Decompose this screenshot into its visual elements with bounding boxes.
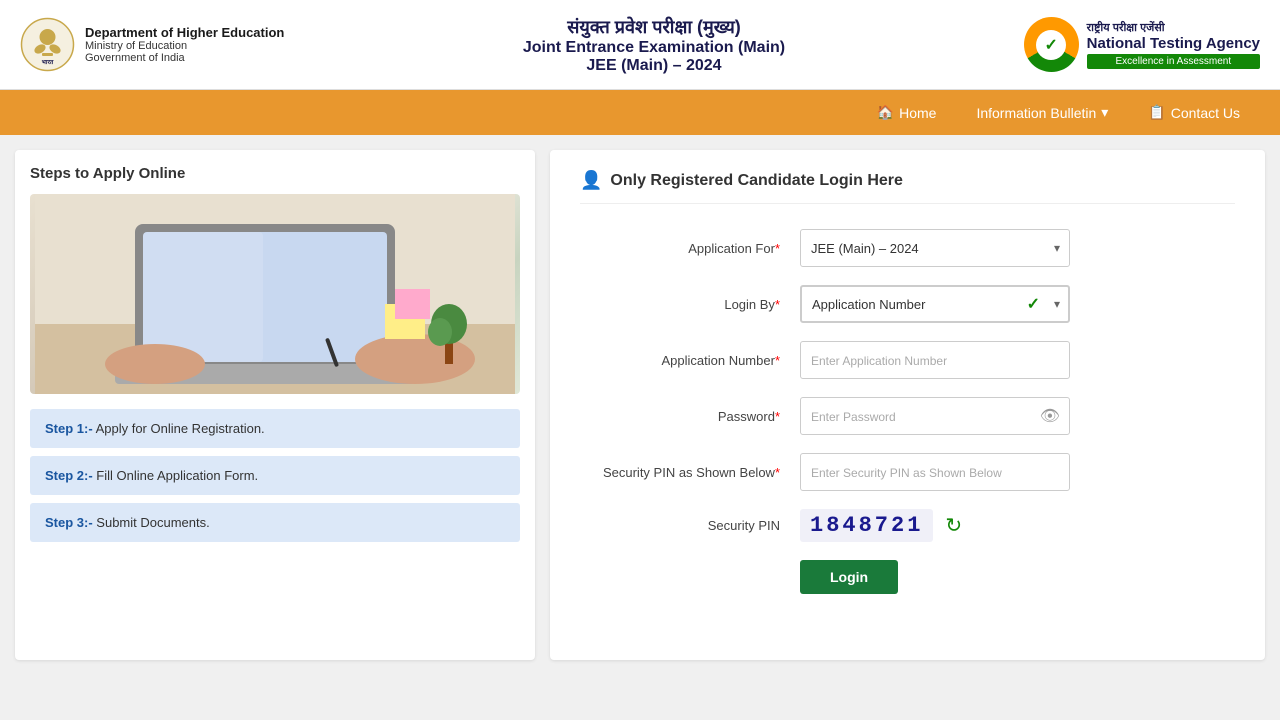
- application-number-row: Application Number*: [580, 341, 1235, 379]
- dept-info: Department of Higher Education Ministry …: [85, 25, 284, 64]
- login-section-header: 👤 Only Registered Candidate Login Here: [580, 170, 1235, 204]
- login-by-row: Login By* Application Number ✓ ▾: [580, 285, 1235, 323]
- step-1-label: Step 1:-: [45, 421, 93, 436]
- step-1: Step 1:- Apply for Online Registration.: [30, 409, 520, 448]
- security-pin-display: 1848721 ↻: [800, 509, 962, 542]
- nta-logo: ✓ राष्ट्रीय परीक्षा एजेंसी National Test…: [1024, 17, 1260, 72]
- login-by-label: Login By*: [580, 297, 800, 312]
- nav-home[interactable]: 🏠 Home: [857, 90, 957, 135]
- password-input[interactable]: [800, 397, 1070, 435]
- title-english: Joint Entrance Examination (Main): [284, 39, 1023, 57]
- application-for-select[interactable]: JEE (Main) – 2024: [800, 229, 1070, 267]
- dept-sub2: Government of India: [85, 52, 284, 64]
- dept-sub1: Ministry of Education: [85, 40, 284, 52]
- login-by-select-wrapper: Application Number ✓ ▾: [800, 285, 1070, 323]
- svg-text:भारत: भारत: [42, 60, 54, 66]
- left-panel-title: Steps to Apply Online: [30, 165, 520, 182]
- nav-contact-label: Contact Us: [1171, 105, 1240, 121]
- navbar: 🏠 Home Information Bulletin ▾ 📋 Contact …: [0, 90, 1280, 135]
- home-icon: 🏠: [877, 104, 894, 121]
- title-hindi: संयुक्त प्रवेश परीक्षा (मुख्य): [284, 15, 1023, 39]
- india-emblem-icon: भारत: [20, 17, 75, 72]
- right-panel: 👤 Only Registered Candidate Login Here A…: [550, 150, 1265, 660]
- password-row: Password* 👁: [580, 397, 1235, 435]
- login-by-check-icon: ✓: [1027, 294, 1040, 314]
- nta-text: राष्ट्रीय परीक्षा एजेंसी National Testin…: [1087, 20, 1260, 69]
- security-pin-input[interactable]: [800, 453, 1070, 491]
- nta-tagline: Excellence in Assessment: [1087, 54, 1260, 69]
- security-pin-display-row: Security PIN 1848721 ↻: [580, 509, 1235, 542]
- title-year: JEE (Main) – 2024: [284, 57, 1023, 75]
- main-content: Steps to Apply Online: [0, 135, 1280, 675]
- nta-circle-logo: ✓: [1024, 17, 1079, 72]
- security-pin-input-label: Security PIN as Shown Below*: [580, 465, 800, 480]
- nav-contact-us[interactable]: 📋 Contact Us: [1128, 90, 1260, 135]
- step-3-label: Step 3:-: [45, 515, 93, 530]
- laptop-image: [30, 194, 520, 394]
- step-2: Step 2:- Fill Online Application Form.: [30, 456, 520, 495]
- contact-icon: 📋: [1148, 104, 1165, 121]
- dropdown-icon: ▾: [1101, 104, 1108, 121]
- login-button[interactable]: Login: [800, 560, 898, 594]
- password-wrapper: 👁: [800, 397, 1070, 435]
- captcha-value: 1848721: [800, 509, 933, 542]
- site-header: भारत Department of Higher Education Mini…: [0, 0, 1280, 90]
- nta-english-name: National Testing Agency: [1087, 35, 1260, 52]
- eye-icon[interactable]: 👁: [1040, 406, 1060, 426]
- nav-info-bulletin[interactable]: Information Bulletin ▾: [956, 90, 1128, 135]
- nav-home-label: Home: [899, 105, 936, 121]
- step-2-text: Fill Online Application Form.: [96, 468, 258, 483]
- user-icon: 👤: [580, 170, 602, 191]
- password-label: Password*: [580, 409, 800, 424]
- security-pin-display-label: Security PIN: [580, 518, 800, 533]
- header-title: संयुक्त प्रवेश परीक्षा (मुख्य) Joint Ent…: [284, 15, 1023, 75]
- application-for-row: Application For* JEE (Main) – 2024 ▾: [580, 229, 1235, 267]
- dept-name: Department of Higher Education: [85, 25, 284, 40]
- application-number-input[interactable]: [800, 341, 1070, 379]
- security-pin-input-row: Security PIN as Shown Below*: [580, 453, 1235, 491]
- left-panel: Steps to Apply Online: [15, 150, 535, 660]
- login-button-row: Login: [580, 560, 1235, 594]
- refresh-captcha-button[interactable]: ↻: [945, 513, 962, 538]
- application-for-select-wrapper: JEE (Main) – 2024 ▾: [800, 229, 1070, 267]
- login-header-text: Only Registered Candidate Login Here: [610, 172, 903, 190]
- step-3-text: Submit Documents.: [96, 515, 209, 530]
- step-3: Step 3:- Submit Documents.: [30, 503, 520, 542]
- step-1-text: Apply for Online Registration.: [96, 421, 265, 436]
- application-for-label: Application For*: [580, 241, 800, 256]
- step-2-label: Step 2:-: [45, 468, 93, 483]
- nav-info-label: Information Bulletin: [976, 105, 1096, 121]
- nta-hindi: राष्ट्रीय परीक्षा एजेंसी: [1087, 20, 1260, 35]
- application-number-label: Application Number*: [580, 353, 800, 368]
- nta-check-icon: ✓: [1044, 35, 1057, 55]
- header-logo-section: भारत Department of Higher Education Mini…: [20, 17, 284, 72]
